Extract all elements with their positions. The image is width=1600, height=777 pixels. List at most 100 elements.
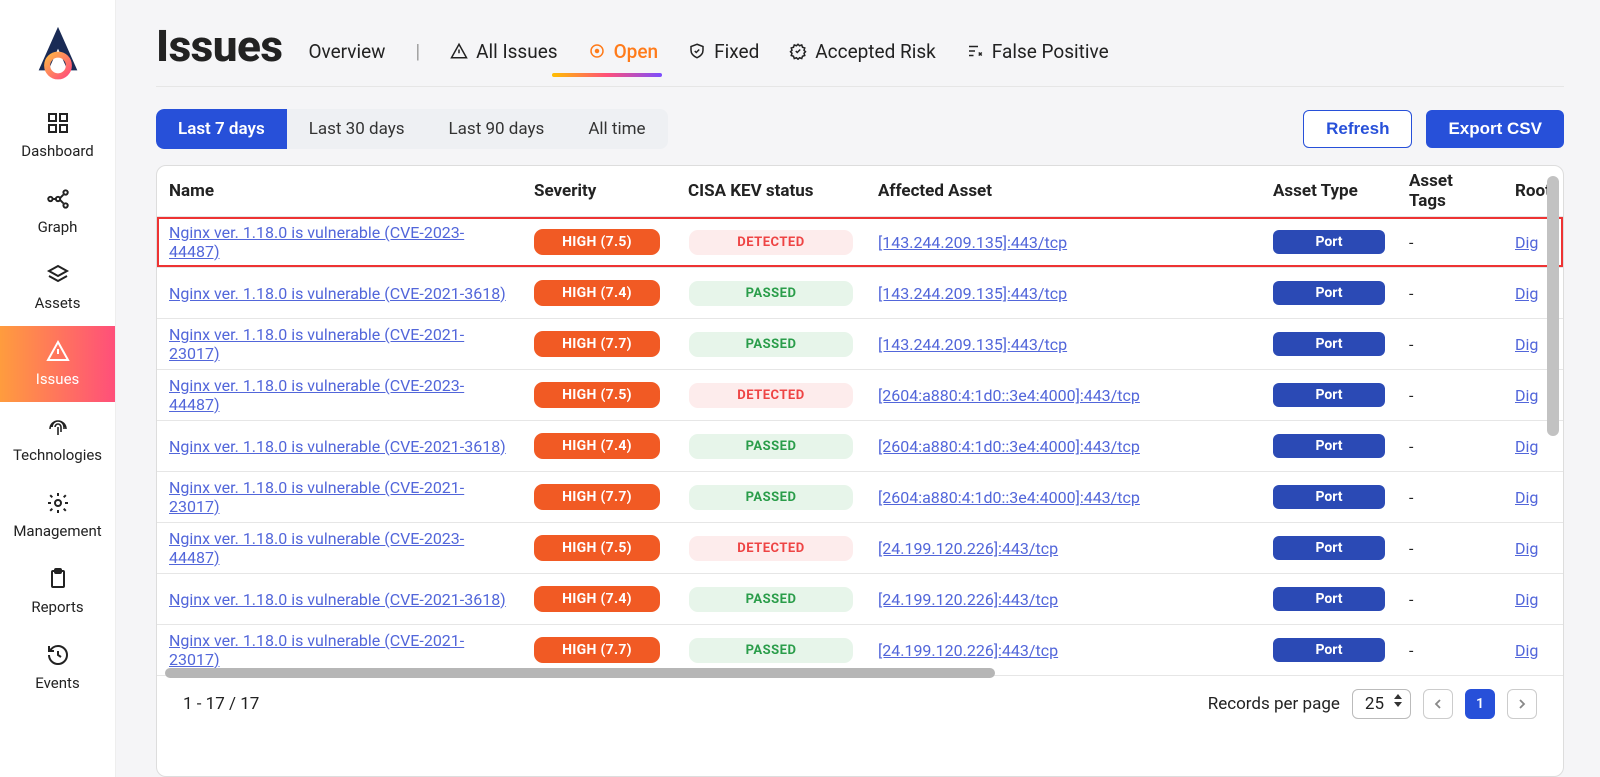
severity-badge: HIGH (7.4) [534,433,660,459]
sidebar-item-label: Reports [31,598,83,616]
asset-type-badge[interactable]: Port [1273,230,1385,254]
issue-name-link[interactable]: Nginx ver. 1.18.0 is vulnerable (CVE-202… [169,223,510,261]
chevron-left-icon [1433,699,1443,709]
issue-name-link[interactable]: Nginx ver. 1.18.0 is vulnerable (CVE-202… [169,437,506,456]
table-footer: 1 - 17 / 17 Records per page 25 1 [157,676,1563,732]
table-row[interactable]: Nginx ver. 1.18.0 is vulnerable (CVE-202… [157,370,1563,421]
sidebar-item-graph[interactable]: Graph [0,174,115,250]
asset-tags-cell: - [1397,539,1503,558]
affected-asset-link[interactable]: [2604:a880:4:1d0::3e4:4000]:443/tcp [878,488,1140,507]
time-filter-90d[interactable]: Last 90 days [427,109,567,149]
vertical-scrollbar[interactable] [1547,176,1559,676]
root-link[interactable]: Dig [1515,488,1538,507]
root-link[interactable]: Dig [1515,539,1538,558]
tab-divider: | [415,40,420,63]
affected-asset-link[interactable]: [2604:a880:4:1d0::3e4:4000]:443/tcp [878,437,1140,456]
issue-name-link[interactable]: Nginx ver. 1.18.0 is vulnerable (CVE-202… [169,376,510,414]
horizontal-scrollbar[interactable] [165,668,995,678]
root-link[interactable]: Dig [1515,335,1538,354]
tab-overview[interactable]: Overview [308,40,385,63]
tab-open[interactable]: Open [588,40,659,63]
sidebar-item-label: Technologies [13,446,102,464]
export-csv-button[interactable]: Export CSV [1426,110,1564,148]
table-row[interactable]: Nginx ver. 1.18.0 is vulnerable (CVE-202… [157,268,1563,319]
asset-tags-cell: - [1397,335,1503,354]
tab-fixed[interactable]: Fixed [688,40,759,63]
asset-type-badge[interactable]: Port [1273,485,1385,509]
issue-name-link[interactable]: Nginx ver. 1.18.0 is vulnerable (CVE-202… [169,590,506,609]
affected-asset-link[interactable]: [143.244.209.135]:443/tcp [878,284,1067,303]
issue-name-link[interactable]: Nginx ver. 1.18.0 is vulnerable (CVE-202… [169,325,510,363]
sidebar-item-label: Management [13,522,101,540]
col-tags[interactable]: Asset Tags [1397,171,1503,211]
refresh-button[interactable]: Refresh [1303,110,1412,148]
issues-table: NameSeverityCISA KEV statusAffected Asse… [156,165,1564,777]
tab-all-issues[interactable]: All Issues [450,40,557,63]
sidebar-item-label: Dashboard [21,142,94,160]
time-filter-30d[interactable]: Last 30 days [287,109,427,149]
asset-type-badge[interactable]: Port [1273,383,1385,407]
severity-badge: HIGH (7.7) [534,484,660,510]
asset-type-badge[interactable]: Port [1273,434,1385,458]
affected-asset-link[interactable]: [2604:a880:4:1d0::3e4:4000]:443/tcp [878,386,1140,405]
sidebar-item-events[interactable]: Events [0,630,115,706]
col-name[interactable]: Name [157,181,522,201]
root-link[interactable]: Dig [1515,284,1538,303]
records-per-page-select[interactable]: 25 [1352,689,1411,719]
issue-name-link[interactable]: Nginx ver. 1.18.0 is vulnerable (CVE-202… [169,631,510,669]
cisa-status-badge: PASSED [689,332,853,357]
issue-name-link[interactable]: Nginx ver. 1.18.0 is vulnerable (CVE-202… [169,529,510,567]
root-link[interactable]: Dig [1515,233,1538,252]
asset-tags-cell: - [1397,233,1503,252]
asset-type-badge[interactable]: Port [1273,536,1385,560]
fingerprint-icon [45,414,71,440]
table-row[interactable]: Nginx ver. 1.18.0 is vulnerable (CVE-202… [157,421,1563,472]
root-link[interactable]: Dig [1515,386,1538,405]
current-page-button[interactable]: 1 [1465,689,1495,719]
sidebar-item-technologies[interactable]: Technologies [0,402,115,478]
gear-icon [45,490,71,516]
records-per-page-label: Records per page [1208,694,1340,714]
table-header-row: NameSeverityCISA KEV statusAffected Asse… [157,166,1563,217]
time-filter-all[interactable]: All time [566,109,667,149]
sidebar-item-reports[interactable]: Reports [0,554,115,630]
severity-badge: HIGH (7.5) [534,535,660,561]
prev-page-button[interactable] [1423,689,1453,719]
severity-badge: HIGH (7.5) [534,229,660,255]
table-row[interactable]: Nginx ver. 1.18.0 is vulnerable (CVE-202… [157,217,1563,268]
root-link[interactable]: Dig [1515,590,1538,609]
col-cisa[interactable]: CISA KEV status [676,181,866,201]
col-severity[interactable]: Severity [522,181,676,201]
tab-accepted-risk[interactable]: Accepted Risk [789,40,936,63]
time-filter-7d[interactable]: Last 7 days [156,109,287,149]
sidebar-item-label: Assets [35,294,81,312]
root-link[interactable]: Dig [1515,641,1538,660]
tab-false-positive[interactable]: False Positive [966,40,1109,63]
sidebar-item-management[interactable]: Management [0,478,115,554]
issue-name-link[interactable]: Nginx ver. 1.18.0 is vulnerable (CVE-202… [169,284,506,303]
sidebar-item-label: Graph [38,218,78,236]
asset-type-badge[interactable]: Port [1273,281,1385,305]
next-page-button[interactable] [1507,689,1537,719]
table-row[interactable]: Nginx ver. 1.18.0 is vulnerable (CVE-202… [157,319,1563,370]
affected-asset-link[interactable]: [143.244.209.135]:443/tcp [878,335,1067,354]
asset-type-badge[interactable]: Port [1273,332,1385,356]
asset-type-badge[interactable]: Port [1273,587,1385,611]
col-asset[interactable]: Affected Asset [866,181,1261,201]
issue-name-link[interactable]: Nginx ver. 1.18.0 is vulnerable (CVE-202… [169,478,510,516]
col-type[interactable]: Asset Type [1261,181,1397,201]
table-row[interactable]: Nginx ver. 1.18.0 is vulnerable (CVE-202… [157,472,1563,523]
affected-asset-link[interactable]: [24.199.120.226]:443/tcp [878,539,1058,558]
sidebar-item-issues[interactable]: Issues [0,326,115,402]
grid-icon [45,110,71,136]
sidebar-item-dashboard[interactable]: Dashboard [0,98,115,174]
table-row[interactable]: Nginx ver. 1.18.0 is vulnerable (CVE-202… [157,574,1563,625]
asset-type-badge[interactable]: Port [1273,638,1385,662]
root-link[interactable]: Dig [1515,437,1538,456]
alert-triangle-icon [45,338,71,364]
table-row[interactable]: Nginx ver. 1.18.0 is vulnerable (CVE-202… [157,523,1563,574]
affected-asset-link[interactable]: [24.199.120.226]:443/tcp [878,590,1058,609]
affected-asset-link[interactable]: [143.244.209.135]:443/tcp [878,233,1067,252]
affected-asset-link[interactable]: [24.199.120.226]:443/tcp [878,641,1058,660]
sidebar-item-assets[interactable]: Assets [0,250,115,326]
